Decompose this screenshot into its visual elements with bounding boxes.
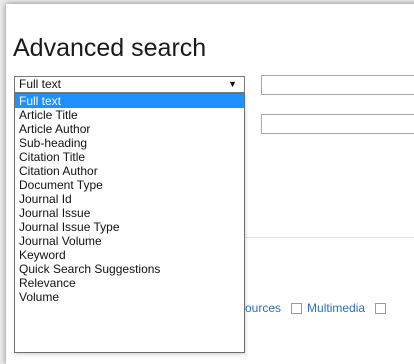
search-term-input-2[interactable]	[261, 114, 414, 134]
option-volume[interactable]: Volume	[15, 290, 244, 304]
chevron-down-icon: ▼	[228, 79, 237, 89]
option-relevance[interactable]: Relevance	[15, 276, 244, 290]
search-field-select[interactable]: Full text ▼	[14, 76, 245, 93]
filter-sources-label[interactable]: ources	[245, 301, 281, 315]
option-journal-issue[interactable]: Journal Issue	[15, 206, 244, 220]
option-journal-id[interactable]: Journal Id	[15, 192, 244, 206]
option-sub-heading[interactable]: Sub-heading	[15, 136, 244, 150]
section-divider	[245, 237, 414, 238]
search-field-dropdown-list[interactable]: Full text Article Title Article Author S…	[14, 93, 245, 353]
option-article-author[interactable]: Article Author	[15, 122, 244, 136]
option-keyword[interactable]: Keyword	[15, 248, 244, 262]
filter-next-checkbox[interactable]	[375, 302, 387, 314]
option-citation-author[interactable]: Citation Author	[15, 164, 244, 178]
option-journal-issue-type[interactable]: Journal Issue Type	[15, 220, 244, 234]
option-document-type[interactable]: Document Type	[15, 178, 244, 192]
filter-multimedia-label[interactable]: Multimedia	[307, 301, 365, 315]
filter-multimedia-checkbox[interactable]	[291, 302, 303, 314]
content-type-filters: ources Multimedia	[245, 301, 391, 315]
search-field-selected-value: Full text	[19, 77, 62, 91]
option-citation-title[interactable]: Citation Title	[15, 150, 244, 164]
search-term-input[interactable]	[261, 75, 414, 95]
option-journal-volume[interactable]: Journal Volume	[15, 234, 244, 248]
option-full-text[interactable]: Full text	[15, 94, 244, 108]
option-article-title[interactable]: Article Title	[15, 108, 244, 122]
page-title: Advanced search	[13, 34, 207, 62]
option-quick-search-suggestions[interactable]: Quick Search Suggestions	[15, 262, 244, 276]
